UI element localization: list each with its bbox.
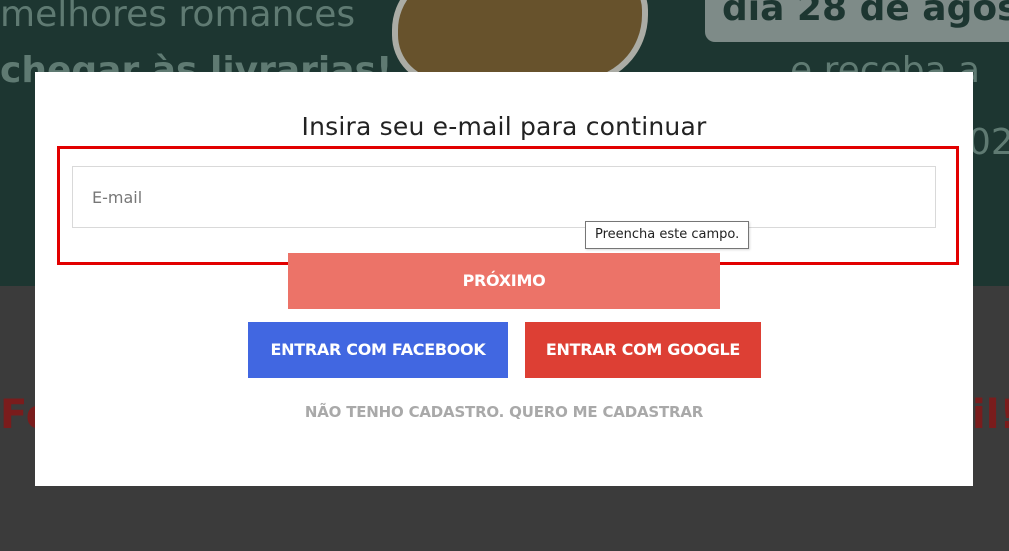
banner-right-text-3: 024: [968, 122, 1009, 163]
facebook-login-button[interactable]: ENTRAR COM FACEBOOK: [248, 322, 508, 378]
register-link[interactable]: NÃO TENHO CADASTRO. QUERO ME CADASTRAR: [35, 403, 973, 421]
modal-title: Insira seu e-mail para continuar: [301, 112, 707, 141]
banner-date-text: dia 28 de agosto: [722, 0, 1009, 29]
login-modal: Insira seu e-mail para continuar PRÓXIMO…: [35, 72, 973, 486]
next-button[interactable]: PRÓXIMO: [288, 253, 720, 309]
google-login-button[interactable]: ENTRAR COM GOOGLE: [525, 322, 761, 378]
background-heading-right: il!: [972, 392, 1009, 438]
banner-text-line-1: melhores romances: [0, 0, 356, 35]
validation-tooltip: Preencha este campo.: [585, 221, 750, 249]
email-input[interactable]: [72, 166, 936, 228]
